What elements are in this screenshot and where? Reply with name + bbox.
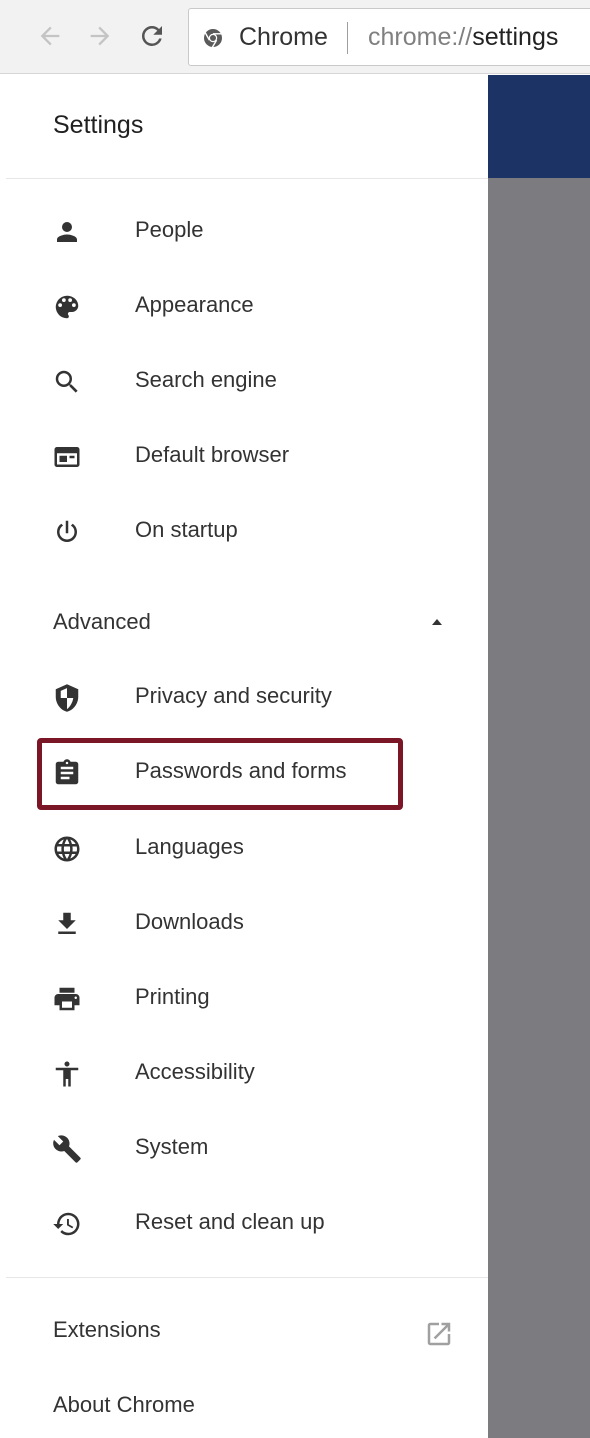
- menu-item-about-chrome[interactable]: About Chrome: [0, 1378, 488, 1434]
- menu-item-label: Downloads: [135, 909, 244, 934]
- wrench-icon: [52, 1134, 82, 1164]
- omnibox-separator: [347, 22, 348, 54]
- menu-item-people[interactable]: People: [0, 203, 488, 259]
- shield-icon: [52, 683, 82, 713]
- url-host: settings: [472, 23, 559, 51]
- power-icon: [52, 517, 82, 547]
- accessibility-icon: [52, 1059, 82, 1089]
- search-icon: [52, 367, 82, 397]
- address-bar[interactable]: Chrome chrome://settings: [188, 8, 590, 66]
- reload-icon[interactable]: [134, 18, 170, 54]
- url-scheme: chrome://: [368, 23, 473, 51]
- printer-icon: [52, 984, 82, 1014]
- restore-icon: [52, 1209, 82, 1239]
- menu-item-search-engine[interactable]: Search engine: [0, 353, 488, 409]
- palette-icon: [52, 292, 82, 322]
- chrome-logo-icon: [203, 28, 223, 48]
- menu-item-privacy-and-security[interactable]: Privacy and security: [0, 669, 488, 725]
- site-chip-label: Chrome: [239, 23, 328, 51]
- menu-item-on-startup[interactable]: On startup: [0, 503, 488, 559]
- advanced-section-toggle[interactable]: Advanced: [0, 595, 488, 651]
- menu-item-label: Languages: [135, 834, 244, 859]
- about-chrome-label: About Chrome: [53, 1392, 195, 1417]
- url-text[interactable]: chrome://settings: [368, 21, 558, 53]
- forward-arrow-icon[interactable]: [82, 18, 118, 54]
- menu-item-reset-and-clean-up[interactable]: Reset and clean up: [0, 1195, 488, 1251]
- menu-item-label: Default browser: [135, 442, 290, 467]
- extensions-label: Extensions: [53, 1317, 161, 1342]
- settings-header-bar: [488, 75, 590, 178]
- caret-up-icon: [429, 614, 445, 630]
- menu-item-label: Accessibility: [135, 1059, 255, 1084]
- browser-window-icon: [52, 442, 82, 472]
- menu-item-system[interactable]: System: [0, 1120, 488, 1176]
- browser-toolbar: Chrome chrome://settings: [0, 0, 590, 74]
- menu-item-default-browser[interactable]: Default browser: [0, 428, 488, 484]
- menu-item-label: On startup: [135, 517, 238, 542]
- globe-icon: [52, 834, 82, 864]
- menu-item-appearance[interactable]: Appearance: [0, 278, 488, 334]
- download-icon: [52, 909, 82, 939]
- menu-item-downloads[interactable]: Downloads: [0, 895, 488, 951]
- menu-item-label: Passwords and forms: [135, 758, 347, 783]
- settings-drawer: Settings People Appearance Search engine…: [0, 75, 488, 1438]
- menu-item-label: Privacy and security: [135, 683, 332, 708]
- menu-item-languages[interactable]: Languages: [0, 820, 488, 876]
- menu-item-accessibility[interactable]: Accessibility: [0, 1045, 488, 1101]
- footer-divider: [6, 1277, 488, 1278]
- open-in-new-icon[interactable]: [424, 1319, 454, 1349]
- menu-item-label: System: [135, 1134, 209, 1159]
- menu-item-printing[interactable]: Printing: [0, 970, 488, 1026]
- menu-item-label: Reset and clean up: [135, 1209, 325, 1234]
- drawer-scrim[interactable]: [488, 178, 590, 1438]
- menu-item-passwords-and-forms[interactable]: Passwords and forms: [0, 744, 488, 800]
- menu-item-label: People: [135, 217, 204, 242]
- drawer-title: Settings: [53, 111, 144, 139]
- clipboard-icon: [52, 758, 82, 788]
- menu-item-label: Appearance: [135, 292, 254, 317]
- drawer-title-divider: [6, 178, 488, 179]
- menu-item-label: Printing: [135, 984, 210, 1009]
- menu-item-extensions[interactable]: Extensions: [0, 1303, 488, 1359]
- menu-item-label: Search engine: [135, 367, 277, 392]
- person-icon: [52, 217, 82, 247]
- back-arrow-icon[interactable]: [32, 18, 68, 54]
- advanced-section-label: Advanced: [53, 609, 151, 634]
